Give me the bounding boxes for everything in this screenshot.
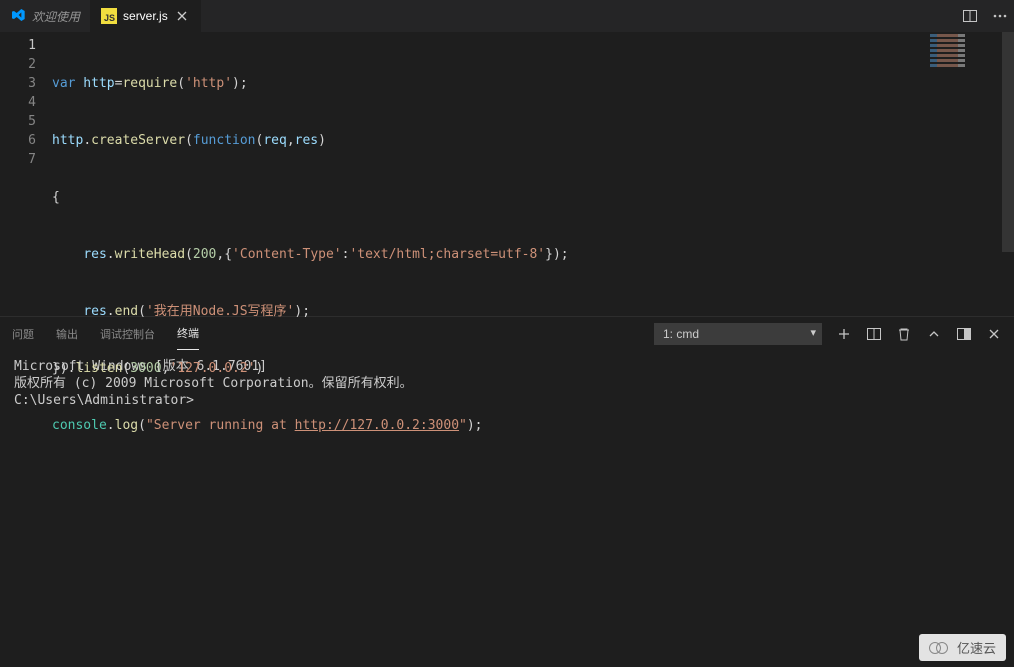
watermark-cloud-icon [929, 641, 951, 655]
line-number: 6 [0, 131, 52, 150]
terminal-selector[interactable]: 1: cmd [654, 323, 822, 345]
editor-scrollbar[interactable] [1002, 32, 1014, 252]
split-editor-icon[interactable] [962, 8, 978, 24]
tab-welcome-label: 欢迎使用 [32, 8, 80, 25]
line-number-gutter: 1 2 3 4 5 6 7 [0, 32, 52, 316]
line-number: 2 [0, 55, 52, 74]
tab-server-js[interactable]: JS server.js [91, 0, 201, 32]
code-content[interactable]: var http=require('http'); http.createSer… [52, 32, 1014, 316]
tab-active-label: server.js [123, 9, 168, 23]
watermark-text: 亿速云 [957, 638, 996, 657]
close-tab-icon[interactable] [174, 8, 190, 24]
minimap[interactable] [930, 34, 1000, 74]
line-number: 3 [0, 74, 52, 93]
tab-welcome[interactable]: 欢迎使用 [0, 0, 91, 32]
more-actions-icon[interactable] [992, 8, 1008, 24]
line-number: 4 [0, 93, 52, 112]
tabs-bar: 欢迎使用 JS server.js [0, 0, 1014, 32]
line-number: 1 [0, 36, 52, 55]
line-number: 5 [0, 112, 52, 131]
terminal-selector-wrap: 1: cmd [654, 323, 822, 345]
editor-area[interactable]: 1 2 3 4 5 6 7 var http=require('http'); … [0, 32, 1014, 316]
js-file-icon: JS [101, 8, 117, 24]
line-number: 7 [0, 150, 52, 169]
panel-tab-problems[interactable]: 问题 [12, 318, 34, 350]
vscode-icon [10, 7, 26, 26]
watermark: 亿速云 [919, 634, 1006, 661]
tabs-right-actions [962, 0, 1014, 32]
